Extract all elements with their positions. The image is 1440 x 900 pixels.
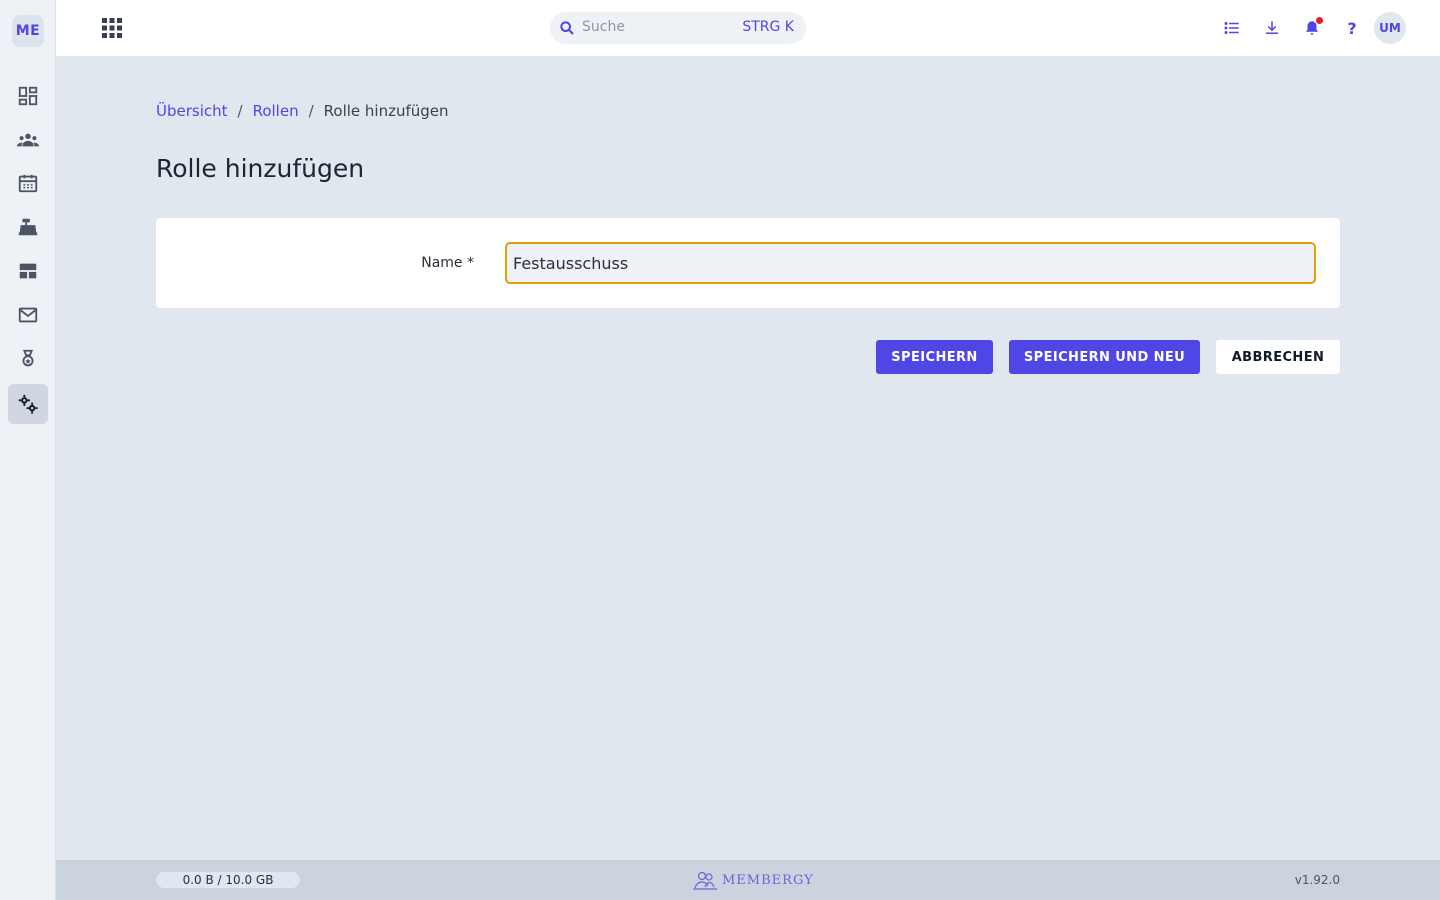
sidebar-item-settings[interactable] <box>8 384 48 424</box>
app-launcher-button[interactable] <box>100 16 124 40</box>
search-bar[interactable]: Suche STRG K <box>550 12 806 44</box>
medal-icon <box>22 349 34 367</box>
sidebar-item-cash-register[interactable] <box>8 207 48 247</box>
user-avatar[interactable]: UM <box>1374 12 1406 44</box>
notifications-button[interactable] <box>1301 17 1323 39</box>
people-icon <box>17 133 39 147</box>
search-placeholder: Suche <box>582 19 625 35</box>
save-button[interactable]: SPEICHERN <box>876 340 993 374</box>
list-icon <box>1224 22 1239 34</box>
grid-icon <box>102 18 122 38</box>
sidebar-item-awards[interactable] <box>8 339 48 379</box>
brand-logo: MEMBERGY <box>692 870 814 890</box>
search-shortcut: STRG K <box>742 19 794 35</box>
cancel-button[interactable]: ABBRECHEN <box>1216 340 1340 374</box>
table-icon <box>19 263 37 279</box>
top-bar: Suche STRG K ? UM <box>56 0 1440 56</box>
app-logo[interactable]: ME <box>12 15 44 47</box>
storage-usage: 0.0 B / 10.0 GB <box>156 872 300 888</box>
download-icon <box>1266 21 1278 34</box>
notification-badge <box>1316 17 1323 24</box>
calendar-icon <box>18 174 38 193</box>
app-version: v1.92.0 <box>1294 873 1340 887</box>
page-title: Rolle hinzufügen <box>156 154 365 183</box>
sidebar-item-members[interactable] <box>8 120 48 160</box>
breadcrumb-separator: / <box>237 102 243 120</box>
sidebar: ME <box>0 0 56 900</box>
footer: 0.0 B / 10.0 GB MEMBERGY v1.92.0 <box>56 860 1440 900</box>
search-icon <box>560 21 574 35</box>
sidebar-item-dashboard[interactable] <box>8 76 48 116</box>
brand-name: MEMBERGY <box>722 872 814 888</box>
mail-icon <box>18 307 38 323</box>
dashboard-icon <box>18 86 38 106</box>
breadcrumb-link-roles[interactable]: Rollen <box>253 102 299 120</box>
sidebar-item-layout[interactable] <box>8 251 48 291</box>
cash-register-icon <box>18 218 38 236</box>
sidebar-item-mail[interactable] <box>8 295 48 335</box>
breadcrumb-separator: / <box>308 102 314 120</box>
breadcrumb: Übersicht / Rollen / Rolle hinzufügen <box>156 102 449 120</box>
save-and-new-button[interactable]: SPEICHERN UND NEU <box>1009 340 1200 374</box>
name-input[interactable] <box>505 242 1316 284</box>
name-label: Name * <box>421 255 474 271</box>
help-button[interactable]: ? <box>1341 17 1363 39</box>
gears-icon <box>18 394 38 414</box>
form-card: Name * <box>156 218 1340 308</box>
membergy-logo-icon <box>693 871 717 890</box>
sidebar-item-calendar[interactable] <box>8 163 48 203</box>
breadcrumb-link-overview[interactable]: Übersicht <box>156 102 228 120</box>
breadcrumb-current: Rolle hinzufügen <box>323 102 449 120</box>
list-button[interactable] <box>1221 17 1243 39</box>
download-button[interactable] <box>1261 17 1283 39</box>
